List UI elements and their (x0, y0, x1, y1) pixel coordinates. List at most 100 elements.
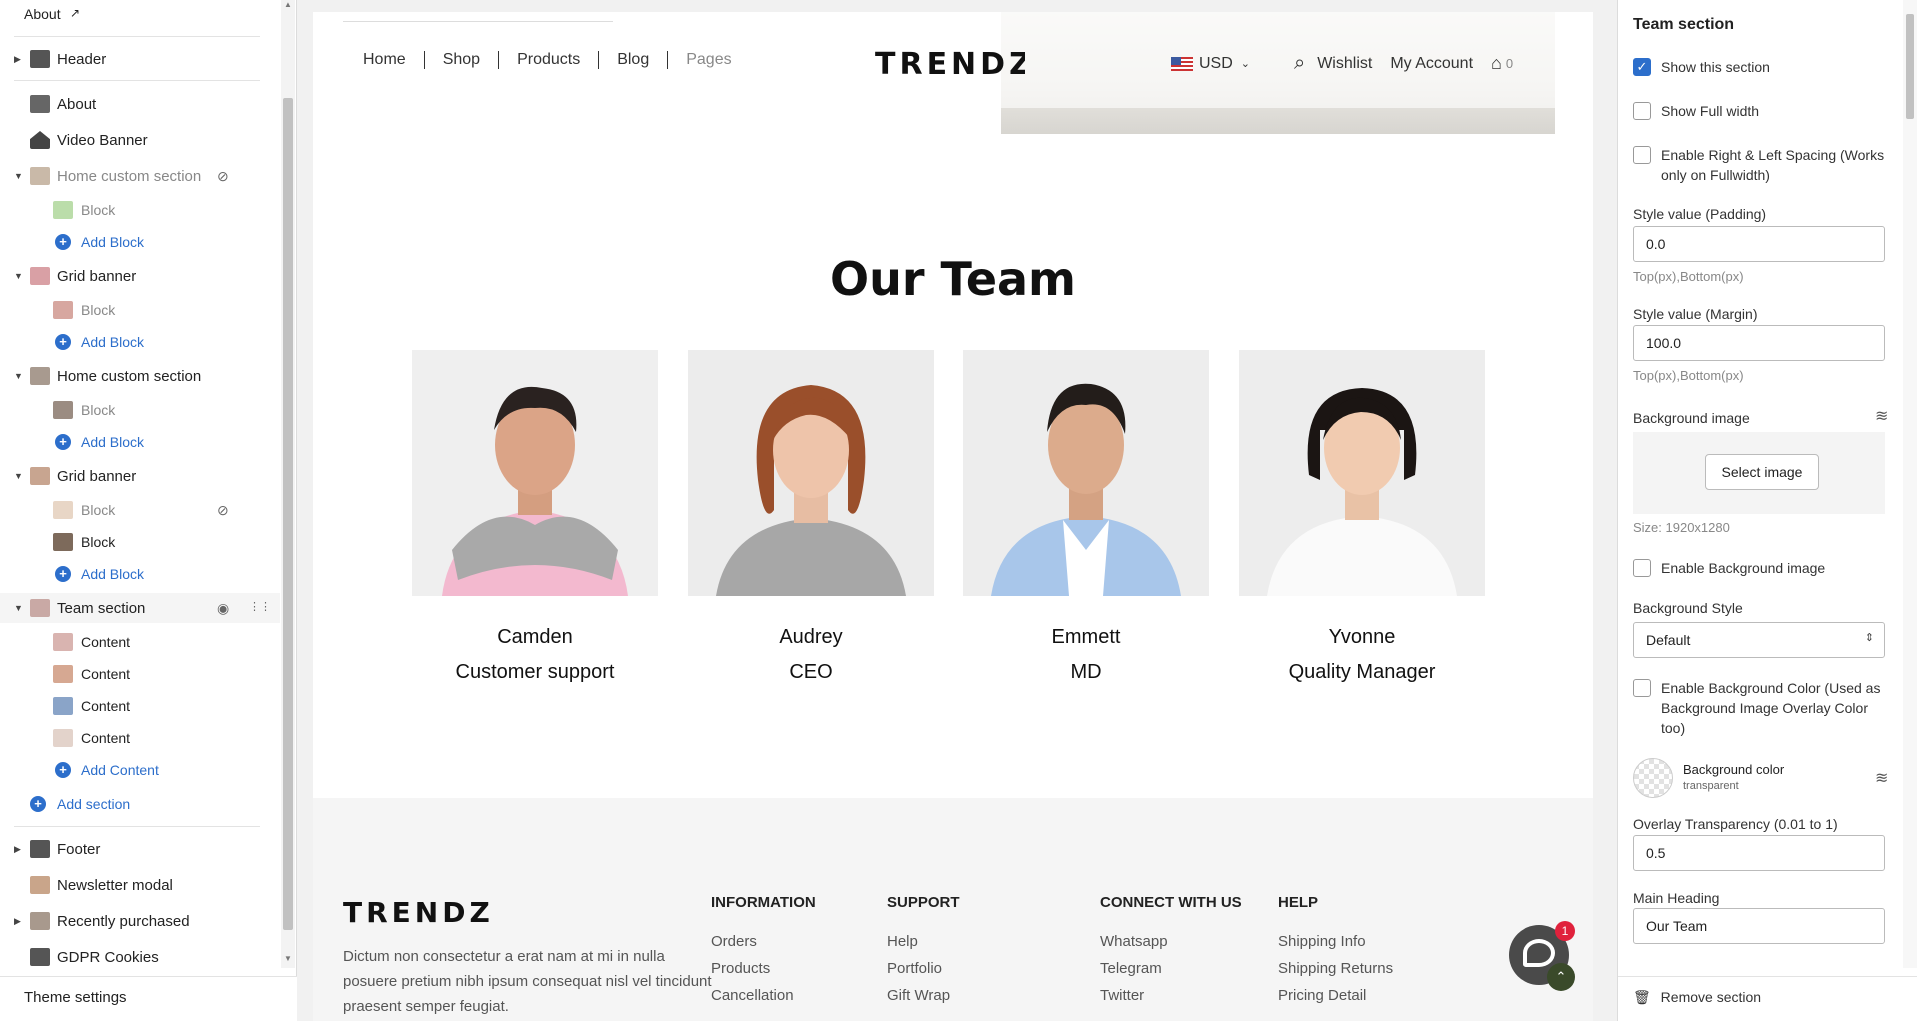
sidebar-scrollbar[interactable]: ▲ ▼ (281, 0, 295, 968)
sidebar-top-link[interactable]: About ↗ (0, 0, 280, 30)
sidebar-block[interactable]: Block (0, 527, 280, 557)
store-logo[interactable]: TRENDZ (875, 46, 1025, 80)
sidebar-block[interactable]: Block ⊘ (0, 495, 280, 525)
caret-right-icon[interactable]: ▶ (14, 844, 24, 855)
sidebar-item-video-banner[interactable]: Video Banner (0, 125, 280, 155)
footer-link[interactable]: Products (711, 960, 816, 977)
search-icon[interactable]: ⌕ (1294, 52, 1305, 75)
add-block-button[interactable]: + Add Block (0, 227, 280, 257)
sidebar-block[interactable]: Block (0, 395, 280, 425)
sidebar-item-footer[interactable]: ▶ Footer (0, 834, 280, 864)
checkbox-checked[interactable]: ✓ (1633, 58, 1651, 76)
nav-home[interactable]: Home (363, 51, 424, 69)
nav-pages[interactable]: Pages (667, 51, 749, 69)
scrollbar-thumb[interactable] (283, 98, 293, 930)
scroll-up-icon[interactable]: ▲ (284, 0, 292, 9)
footer-link[interactable]: Whatsapp (1100, 933, 1242, 950)
add-block-button[interactable]: + Add Block (0, 327, 280, 357)
caret-right-icon[interactable]: ▶ (14, 916, 24, 927)
sidebar-item-about[interactable]: About (0, 89, 280, 119)
nav-products[interactable]: Products (498, 51, 598, 69)
sidebar-content-block[interactable]: Content (0, 723, 280, 753)
sidebar-item-home-custom-section[interactable]: ▼ Home custom section ⊘ (0, 161, 280, 191)
footer-link[interactable]: Gift Wrap (887, 987, 960, 1004)
footer-link[interactable]: Shipping Info (1278, 933, 1393, 950)
drag-handle-icon[interactable]: ⋮⋮ (249, 600, 271, 613)
enable-bg-color-checkbox[interactable]: Enable Background Color (Used as Backgro… (1633, 678, 1893, 738)
sidebar-item-grid-banner[interactable]: ▼ Grid banner (0, 261, 280, 291)
caret-right-icon[interactable]: ▶ (14, 54, 24, 65)
team-member-card[interactable]: Yvonne Quality Manager (1239, 350, 1485, 684)
footer-link[interactable]: Shipping Returns (1278, 960, 1393, 977)
theme-settings-button[interactable]: Theme settings (0, 976, 297, 1021)
member-name: Audrey (779, 626, 843, 648)
sidebar-content-block[interactable]: Content (0, 627, 280, 657)
overlay-input[interactable]: 0.5 (1633, 835, 1885, 871)
footer-logo[interactable]: TRENDZ (343, 896, 493, 926)
caret-down-icon[interactable]: ▼ (14, 171, 24, 181)
chat-widget-button[interactable]: 1 ⌃ (1509, 921, 1575, 991)
add-block-button[interactable]: + Add Block (0, 559, 280, 589)
my-account-link[interactable]: My Account (1390, 55, 1473, 73)
caret-down-icon[interactable]: ▼ (14, 603, 24, 613)
team-member-card[interactable]: Audrey CEO (688, 350, 934, 684)
margin-input[interactable]: 100.0 (1633, 325, 1885, 361)
enable-spacing-checkbox[interactable]: Enable Right & Left Spacing (Works only … (1633, 145, 1893, 185)
main-heading-input[interactable]: Our Team (1633, 908, 1885, 944)
footer-link[interactable]: Pricing Detail (1278, 987, 1393, 1004)
sidebar-item-team-section[interactable]: ▼ Team section ◉ ⋮⋮ (0, 593, 280, 623)
scroll-down-icon[interactable]: ▼ (284, 954, 292, 963)
eye-icon[interactable]: ◉ (217, 600, 229, 617)
cart-icon[interactable]: ⌂ (1491, 53, 1502, 74)
sidebar-item-grid-banner[interactable]: ▼ Grid banner (0, 461, 280, 491)
select-image-button[interactable]: Select image (1705, 454, 1819, 490)
scroll-to-top-icon[interactable]: ⌃ (1547, 963, 1575, 991)
footer-link[interactable]: Telegram (1100, 960, 1242, 977)
scrollbar-thumb[interactable] (1906, 14, 1914, 119)
color-swatch[interactable] (1633, 758, 1673, 798)
nav-blog[interactable]: Blog (598, 51, 667, 69)
team-member-card[interactable]: Camden Customer support (412, 350, 658, 684)
checkbox[interactable] (1633, 679, 1651, 697)
sidebar-content-block[interactable]: Content (0, 691, 280, 721)
sidebar-block[interactable]: Block (0, 295, 280, 325)
remove-section-button[interactable]: 🗑 Remove section (1618, 976, 1917, 1021)
dynamic-source-icon[interactable]: ≋ (1875, 768, 1888, 788)
nav-shop[interactable]: Shop (423, 51, 498, 69)
sidebar-item-home-custom-section[interactable]: ▼ Home custom section (0, 361, 280, 391)
footer-link[interactable]: Help (887, 933, 960, 950)
enable-bg-image-checkbox[interactable]: Enable Background image (1633, 558, 1893, 578)
settings-scrollbar[interactable] (1903, 0, 1917, 968)
sidebar-item-recently-purchased[interactable]: ▶ Recently purchased (0, 906, 280, 936)
sidebar-item-newsletter-modal[interactable]: Newsletter modal (0, 870, 280, 900)
show-section-checkbox[interactable]: ✓ Show this section (1633, 57, 1893, 77)
checkbox[interactable] (1633, 559, 1651, 577)
add-content-button[interactable]: + Add Content (0, 755, 280, 785)
about-link-label[interactable]: About (24, 6, 61, 22)
chevron-down-icon[interactable]: ⌄ (1241, 57, 1250, 70)
caret-down-icon[interactable]: ▼ (14, 471, 24, 481)
caret-down-icon[interactable]: ▼ (14, 271, 24, 281)
add-block-button[interactable]: + Add Block (0, 427, 280, 457)
eye-off-icon[interactable]: ⊘ (217, 168, 229, 185)
dynamic-source-icon[interactable]: ≋ (1875, 406, 1888, 426)
checkbox[interactable] (1633, 102, 1651, 120)
footer-link[interactable]: Cancellation (711, 987, 816, 1004)
currency-selector[interactable]: USD (1199, 55, 1233, 73)
footer-link[interactable]: Orders (711, 933, 816, 950)
sidebar-item-gdpr-cookies[interactable]: GDPR Cookies (0, 942, 280, 968)
padding-input[interactable]: 0.0 (1633, 226, 1885, 262)
eye-off-icon[interactable]: ⊘ (217, 502, 229, 519)
bg-style-select[interactable]: Default ⇕ (1633, 622, 1885, 658)
caret-down-icon[interactable]: ▼ (14, 371, 24, 381)
add-section-button[interactable]: + Add section (0, 789, 280, 819)
sidebar-block[interactable]: Block (0, 195, 280, 225)
footer-link[interactable]: Twitter (1100, 987, 1242, 1004)
wishlist-link[interactable]: Wishlist (1317, 55, 1372, 73)
sidebar-item-header[interactable]: ▶ Header (0, 44, 280, 74)
show-full-width-checkbox[interactable]: Show Full width (1633, 101, 1893, 121)
footer-link[interactable]: Portfolio (887, 960, 960, 977)
checkbox[interactable] (1633, 146, 1651, 164)
team-member-card[interactable]: Emmett MD (963, 350, 1209, 684)
sidebar-content-block[interactable]: Content (0, 659, 280, 689)
